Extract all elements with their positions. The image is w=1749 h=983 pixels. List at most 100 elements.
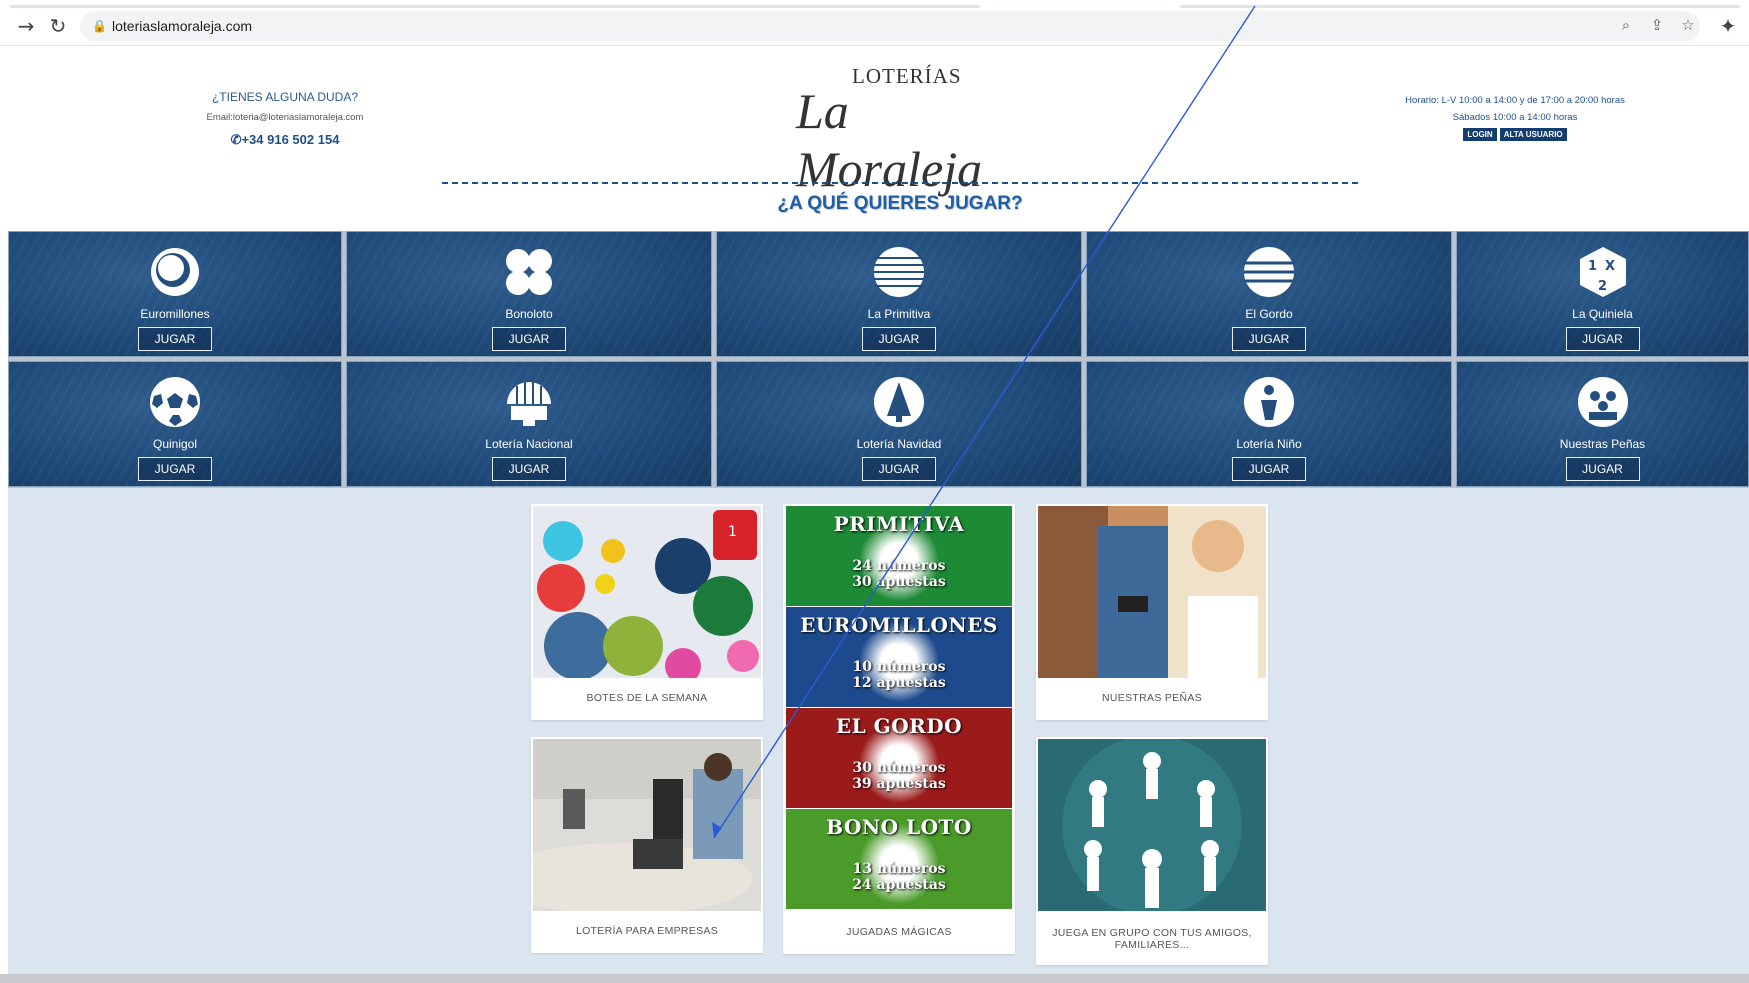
game-tile[interactable]: Euromillones JUGAR [8,231,342,357]
share-icon[interactable]: ⇪ [1647,16,1667,36]
empresas-image [533,739,761,911]
game-tile[interactable]: Bonoloto JUGAR [346,231,712,357]
game-name: Bonoloto [505,307,553,321]
quiniela-icon: 1X 2 [1577,246,1629,298]
game-tile[interactable]: Lotería Nacional JUGAR [346,361,712,487]
penas-image [1038,506,1266,678]
contact-phone[interactable]: ✆+34 916 502 154 [190,132,380,148]
game-tile[interactable]: Nuestras Peñas JUGAR [1456,361,1749,487]
game-name: La Primitiva [867,307,931,321]
zoom-icon[interactable]: ⌕ [1616,16,1636,36]
play-button[interactable]: JUGAR [492,457,566,481]
browser-toolbar: → ↻ 🔒 loteriaslamoraleja.com ⌕ ⇪ ☆ ✦ [0,0,1749,46]
svg-text:2: 2 [1598,279,1607,294]
game-tile[interactable]: La Primitiva JUGAR [716,231,1082,357]
play-button[interactable]: JUGAR [138,327,212,351]
logo-main-text: La Moraleja [796,83,983,197]
game-tile[interactable]: Quinigol JUGAR [8,361,342,487]
lock-icon: 🔒 [92,19,107,33]
phone-number: +34 916 502 154 [241,132,340,147]
game-name: Nuestras Peñas [1559,437,1646,451]
card-botes[interactable]: 1 BOTES DE LA SEMANA [531,504,763,720]
magic-banners: PRIMITIVA 24 números 30 apuestas EUROMILLON… [786,506,1012,910]
magic-banner: EUROMILLONES 10 números 12 apuestas [786,607,1012,707]
game-name: La Quiniela [1572,307,1633,321]
quinigol-icon [149,376,201,428]
address-bar[interactable]: 🔒 loteriaslamoraleja.com ⌕ ⇪ ☆ [80,11,1700,41]
grupo-caption: JUEGA EN GRUPO CON TUS AMIGOS, FAMILIARE… [1052,927,1252,951]
bookmark-star-icon[interactable]: ☆ [1678,16,1698,36]
magic-banner-numbers: 24 números [852,558,946,574]
hours-weekday: Horario: L-V 10:00 a 14:00 y de 17:00 a … [1405,95,1625,106]
forward-arrow-icon[interactable]: → [14,14,38,38]
card-empresas[interactable]: LOTERÍA PARA EMPRESAS [531,737,763,953]
play-button[interactable]: JUGAR [1232,457,1306,481]
reload-icon[interactable]: ↻ [46,14,70,38]
card-grupo[interactable]: JUEGA EN GRUPO CON TUS AMIGOS, FAMILIARE… [1036,737,1268,965]
magic-banner-bets: 24 apuestas [852,877,946,893]
hours-saturday: Sábados 10:00 a 14:00 horas [1452,112,1578,123]
dashed-divider [442,182,1358,184]
magic-banner-title: PRIMITIVA [833,512,965,536]
svg-text:1: 1 [728,524,737,540]
section-title: ¿A QUÉ QUIERES JUGAR? [777,193,1023,214]
contact-email[interactable]: Email:loteria@loteriaslamoraleja.com [190,112,380,123]
magic-banner-numbers: 13 números [852,861,946,877]
play-button[interactable]: JUGAR [862,457,936,481]
game-tile[interactable]: El Gordo JUGAR [1086,231,1452,357]
game-name: Lotería Navidad [856,437,942,451]
game-tile[interactable]: Lotería Navidad JUGAR [716,361,1082,487]
el-gordo-icon [1243,246,1295,298]
play-button[interactable]: JUGAR [138,457,212,481]
game-tile[interactable]: Lotería Niño JUGAR [1086,361,1452,487]
play-button[interactable]: JUGAR [1565,457,1640,481]
game-name: Quinigol [152,437,198,451]
tab-strip [10,5,980,8]
contact-block: ¿TIENES ALGUNA DUDA? Email:loteria@loter… [190,90,380,148]
play-button[interactable]: JUGAR [1565,327,1640,351]
magic-banner: EL GORDO 30 números 39 apuestas [786,708,1012,808]
grupo-image [1038,739,1266,911]
magic-banner-bets: 12 apuestas [852,675,946,691]
magic-banner-title: BONO LOTO [826,815,972,839]
tab-strip-right [1180,5,1740,8]
url-text: loteriaslamoraleja.com [112,18,253,34]
game-name: Lotería Nacional [485,437,573,451]
primitiva-icon [873,246,925,298]
game-tile[interactable]: 1 X 2 La Quiniela JUGAR [1456,231,1749,357]
game-name: Lotería Niño [1236,437,1302,451]
login-button[interactable]: LOGIN [1463,128,1497,141]
site-logo[interactable]: LOTERÍAS La Moraleja [790,60,1020,197]
opening-hours: Horario: L-V 10:00 a 14:00 y de 17:00 a … [1390,92,1640,141]
botes-image: 1 [533,506,761,678]
euromillones-icon [149,246,201,298]
help-question: ¿TIENES ALGUNA DUDA? [211,90,359,104]
magicas-caption: JUGADAS MÁGICAS [846,926,952,938]
phone-icon: ✆ [230,132,242,147]
magic-banner: BONO LOTO 13 números 24 apuestas [786,809,1012,909]
loteria-navidad-icon [873,376,925,428]
magic-banner-bets: 30 apuestas [852,574,946,590]
loteria-nino-icon [1243,376,1295,428]
footer-strip [0,974,1749,983]
magic-banner-bets: 39 apuestas [852,776,946,792]
svg-text:X: X [1605,259,1615,274]
card-penas[interactable]: NUESTRAS PEÑAS [1036,504,1268,720]
magic-banner-numbers: 30 números [852,760,946,776]
magic-banner-numbers: 10 números [852,659,946,675]
signup-button[interactable]: ALTA USUARIO [1499,128,1567,141]
play-button[interactable]: JUGAR [862,327,936,351]
card-jugadas-magicas[interactable]: PRIMITIVA 24 números 30 apuestas EUROMILLON… [783,504,1015,954]
magic-banner-title: EUROMILLONES [800,613,998,637]
games-grid: Euromillones JUGAR Bonoloto JUGAR La Primiti… [8,231,1749,488]
game-name: Euromillones [140,307,210,321]
page: { "browser": { "url": "loteriaslamoralej… [0,0,1749,983]
penas-icon [1577,376,1629,428]
svg-text:1: 1 [1588,259,1597,274]
play-button[interactable]: JUGAR [1232,327,1306,351]
loteria-nacional-icon [503,376,555,428]
botes-caption: BOTES DE LA SEMANA [586,692,708,704]
extensions-puzzle-icon[interactable]: ✦ [1716,14,1740,38]
empresas-caption: LOTERÍA PARA EMPRESAS [575,925,719,937]
play-button[interactable]: JUGAR [492,327,566,351]
